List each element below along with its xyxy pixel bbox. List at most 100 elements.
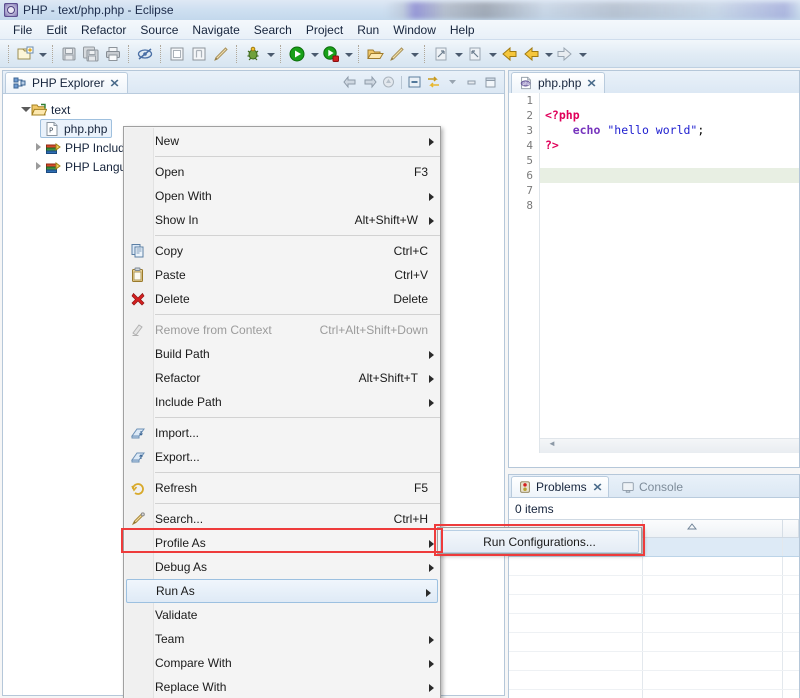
run-icon[interactable]	[287, 44, 307, 64]
menu-item-compare-with[interactable]: Compare With	[124, 651, 440, 675]
run-external-icon[interactable]	[321, 44, 341, 64]
menu-navigate[interactable]: Navigate	[185, 21, 246, 39]
close-icon[interactable]: ✕	[587, 77, 597, 90]
next-annotation-icon[interactable]	[431, 44, 451, 64]
forward-icon[interactable]	[361, 74, 378, 90]
tab-problems[interactable]: Problems ✕	[511, 476, 609, 497]
back-history-icon[interactable]	[521, 44, 541, 64]
save-all-icon[interactable]	[81, 44, 101, 64]
menu-item-profile-as[interactable]: Profile As	[124, 531, 440, 555]
open-type-icon[interactable]	[189, 44, 209, 64]
forward-icon[interactable]	[555, 44, 575, 64]
previous-annotation-icon[interactable]	[465, 44, 485, 64]
menu-item-run-as[interactable]: Run As	[126, 579, 438, 603]
new-wizard-icon[interactable]	[15, 44, 35, 64]
back-dropdown-arrow[interactable]	[543, 44, 553, 64]
back-icon[interactable]	[499, 44, 519, 64]
forward-dropdown-arrow[interactable]	[577, 44, 587, 64]
view-menu-icon[interactable]	[444, 74, 461, 90]
menu-item-show-in[interactable]: Show In Alt+Shift+W	[124, 208, 440, 232]
table-row[interactable]	[509, 690, 799, 698]
php-explorer-tabstrip: PHP Explorer ✕	[3, 71, 504, 94]
toggle-mark-occurrences-icon[interactable]	[135, 44, 155, 64]
menu-edit[interactable]: Edit	[39, 21, 74, 39]
selected-node[interactable]: P php.php	[40, 119, 112, 138]
run-dropdown-arrow[interactable]	[309, 44, 319, 64]
menu-search[interactable]: Search	[247, 21, 299, 39]
toolbar-separator	[8, 45, 10, 63]
open-task-icon[interactable]	[167, 44, 187, 64]
menu-item-delete[interactable]: Delete Delete	[124, 287, 440, 311]
menu-item-accelerator: Delete	[393, 292, 430, 306]
previous-annotation-dropdown-arrow[interactable]	[487, 44, 497, 64]
code-area[interactable]: 1 2 3 4 5 6 7 8 <?php echo "hello world"…	[509, 93, 799, 453]
menu-item-open-with[interactable]: Open With	[124, 184, 440, 208]
menu-item-team[interactable]: Team	[124, 627, 440, 651]
menu-item-paste[interactable]: Paste Ctrl+V	[124, 263, 440, 287]
new-dropdown-arrow[interactable]	[37, 44, 47, 64]
run-external-dropdown-arrow[interactable]	[343, 44, 353, 64]
close-icon[interactable]: ✕	[592, 481, 602, 494]
debug-icon[interactable]	[243, 44, 263, 64]
menu-item-validate[interactable]: Validate	[124, 603, 440, 627]
table-row[interactable]	[509, 557, 799, 576]
menu-item-debug-as[interactable]: Debug As	[124, 555, 440, 579]
column-extra[interactable]	[783, 520, 799, 537]
marker-icon[interactable]	[387, 44, 407, 64]
maximize-icon[interactable]	[482, 74, 499, 90]
menu-source[interactable]: Source	[133, 21, 185, 39]
menu-window[interactable]: Window	[386, 21, 443, 39]
menu-item-include-path[interactable]: Include Path	[124, 390, 440, 414]
code-lines[interactable]: <?php echo "hello world"; ?>	[540, 93, 799, 453]
open-resource-icon[interactable]	[365, 44, 385, 64]
menu-item-label: Validate	[155, 608, 197, 622]
tab-console[interactable]: Console	[615, 476, 689, 497]
menu-item-new[interactable]: New	[124, 129, 440, 153]
debug-dropdown-arrow[interactable]	[265, 44, 275, 64]
menu-item-replace-with[interactable]: Replace With	[124, 675, 440, 698]
menu-item-build-path[interactable]: Build Path	[124, 342, 440, 366]
horizontal-scrollbar[interactable]	[540, 438, 799, 453]
menu-item-import[interactable]: Import...	[124, 421, 440, 445]
menu-run[interactable]: Run	[350, 21, 386, 39]
collapse-all-icon[interactable]	[406, 74, 423, 90]
menu-file[interactable]: File	[6, 21, 39, 39]
expand-collapse-twisty[interactable]	[33, 142, 44, 153]
table-row[interactable]	[509, 595, 799, 614]
print-icon[interactable]	[103, 44, 123, 64]
table-row[interactable]	[509, 633, 799, 652]
menu-help[interactable]: Help	[443, 21, 482, 39]
minimize-icon[interactable]	[463, 74, 480, 90]
close-icon[interactable]: ✕	[110, 77, 120, 90]
menu-project[interactable]: Project	[299, 21, 350, 39]
expand-collapse-twisty[interactable]	[33, 161, 44, 172]
tab-php-php[interactable]: php php.php ✕	[511, 72, 605, 93]
up-icon[interactable]	[380, 74, 397, 90]
expand-collapse-twisty[interactable]	[19, 104, 30, 115]
back-icon[interactable]	[342, 74, 359, 90]
table-row[interactable]	[509, 614, 799, 633]
table-row[interactable]	[509, 671, 799, 690]
link-with-editor-icon[interactable]	[425, 74, 442, 90]
table-row[interactable]	[509, 576, 799, 595]
menu-item-export[interactable]: Export...	[124, 445, 440, 469]
view-toolbar	[341, 74, 500, 90]
menu-item-refresh[interactable]: Refresh F5	[124, 476, 440, 500]
table-row[interactable]	[509, 652, 799, 671]
next-annotation-dropdown-arrow[interactable]	[453, 44, 463, 64]
save-icon[interactable]	[59, 44, 79, 64]
pencil-icon[interactable]	[211, 44, 231, 64]
menu-item-open[interactable]: Open F3	[124, 160, 440, 184]
menu-item-refactor[interactable]: Refactor Alt+Shift+T	[124, 366, 440, 390]
tree-row-text[interactable]: text	[3, 100, 504, 119]
menu-item-run-configurations[interactable]: Run Configurations...	[440, 530, 639, 553]
menu-refactor[interactable]: Refactor	[74, 21, 133, 39]
column-resource[interactable]	[643, 520, 783, 537]
menu-item-copy[interactable]: Copy Ctrl+C	[124, 239, 440, 263]
tab-php-explorer[interactable]: PHP Explorer ✕	[5, 72, 128, 93]
php-open-tag: <?php	[545, 108, 580, 122]
menu-item-label: Include Path	[155, 395, 222, 409]
menu-item-search[interactable]: Search... Ctrl+H	[124, 507, 440, 531]
copy-icon	[130, 243, 146, 259]
marker-dropdown-arrow[interactable]	[409, 44, 419, 64]
